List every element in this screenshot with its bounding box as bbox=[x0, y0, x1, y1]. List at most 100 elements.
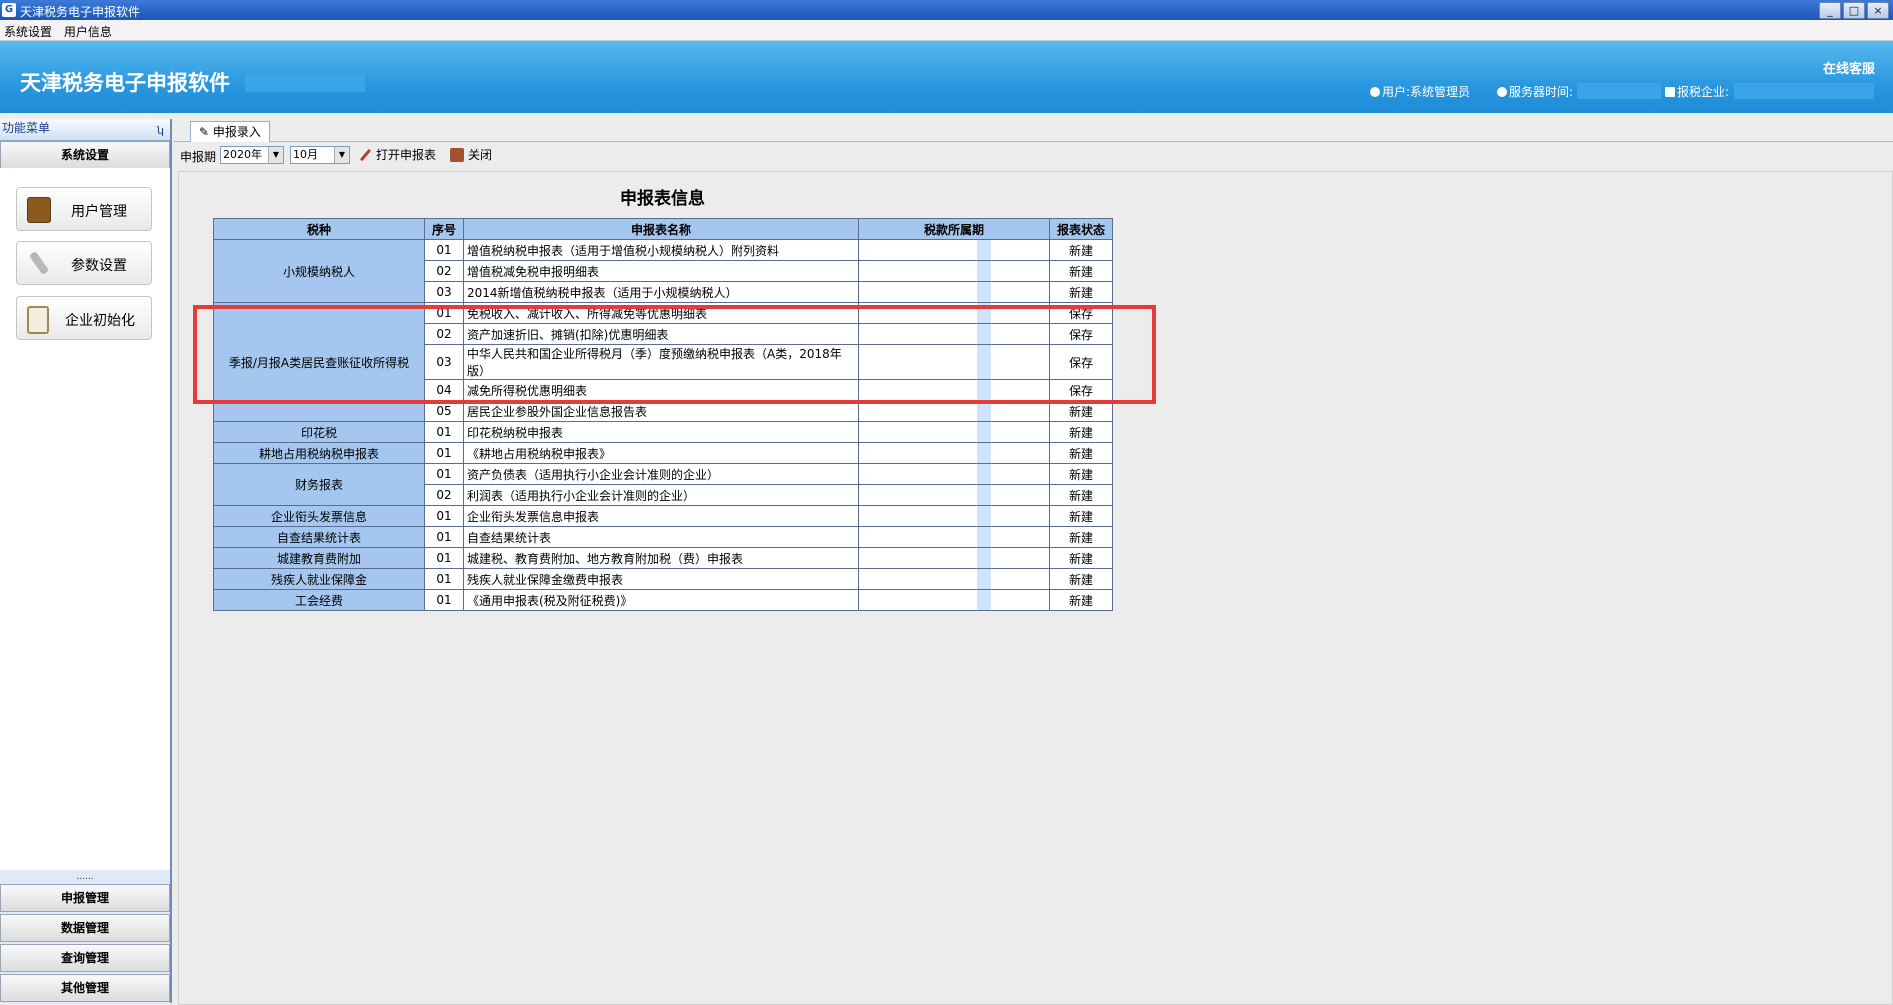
online-service-link[interactable]: 在线客服 bbox=[1823, 58, 1875, 77]
status-cell[interactable]: 新建 bbox=[1049, 547, 1113, 569]
tax-period-cell[interactable] bbox=[858, 239, 1050, 261]
tax-period-cell[interactable] bbox=[858, 463, 1050, 485]
table-row[interactable]: 自查结果统计表 01 自查结果统计表 新建 bbox=[213, 526, 1113, 548]
open-form-button[interactable]: 打开申报表 bbox=[358, 146, 436, 164]
seq-cell[interactable]: 01 bbox=[424, 421, 464, 443]
user-management-button[interactable]: 用户管理 bbox=[16, 187, 152, 231]
window-controls: _ □ × bbox=[1819, 2, 1889, 19]
seq-cell[interactable]: 01 bbox=[424, 239, 464, 261]
form-name-cell[interactable]: 资产负债表（适用执行小企业会计准则的企业） bbox=[463, 463, 859, 485]
status-cell[interactable]: 新建 bbox=[1049, 484, 1113, 506]
minimize-button[interactable]: _ bbox=[1819, 2, 1841, 19]
redacted-period bbox=[977, 548, 991, 568]
tax-period-cell[interactable] bbox=[858, 526, 1050, 548]
col-tax-period: 税款所属期 bbox=[858, 218, 1050, 240]
table-row[interactable]: 耕地占用税纳税申报表 01 《耕地占用税纳税申报表》 新建 bbox=[213, 442, 1113, 464]
tax-period-cell[interactable] bbox=[858, 547, 1050, 569]
status-cell[interactable]: 新建 bbox=[1049, 281, 1113, 303]
redacted-area bbox=[245, 74, 365, 92]
seq-cell[interactable]: 01 bbox=[424, 589, 464, 611]
pin-icon[interactable]: ʮ bbox=[157, 122, 164, 140]
seq-cell[interactable]: 01 bbox=[424, 526, 464, 548]
table-row[interactable]: 工会经费 01 《通用申报表(税及附征税费)》 新建 bbox=[213, 589, 1113, 611]
sidebar-group-declaration[interactable]: 申报管理 bbox=[0, 884, 170, 912]
status-cell[interactable]: 新建 bbox=[1049, 589, 1113, 611]
col-status: 报表状态 bbox=[1049, 218, 1113, 240]
tax-period-cell[interactable] bbox=[858, 281, 1050, 303]
form-name-cell[interactable]: 利润表（适用执行小企业会计准则的企业） bbox=[463, 484, 859, 506]
tax-period-cell[interactable] bbox=[858, 484, 1050, 506]
tax-type-cell: 财务报表 bbox=[213, 463, 425, 506]
parameter-settings-button[interactable]: 参数设置 bbox=[16, 241, 152, 285]
sidebar-header: 功能菜单 ʮ bbox=[0, 119, 170, 141]
status-cell[interactable]: 新建 bbox=[1049, 526, 1113, 548]
status-cell[interactable]: 新建 bbox=[1049, 260, 1113, 282]
menu-user-info[interactable]: 用户信息 bbox=[60, 20, 116, 40]
status-cell[interactable]: 新建 bbox=[1049, 463, 1113, 485]
form-name-cell[interactable]: 企业衔头发票信息申报表 bbox=[463, 505, 859, 527]
form-name-cell[interactable]: 2014新增值税纳税申报表（适用于小规模纳税人） bbox=[463, 281, 859, 303]
table-row[interactable]: 小规模纳税人 01 增值税纳税申报表（适用于增值税小规模纳税人）附列资料 新建 bbox=[213, 239, 1113, 303]
table-row[interactable]: 印花税 01 印花税纳税申报表 新建 bbox=[213, 421, 1113, 443]
form-name-cell[interactable]: 《通用申报表(税及附征税费)》 bbox=[463, 589, 859, 611]
table-row[interactable]: 残疾人就业保障金 01 残疾人就业保障金缴费申报表 新建 bbox=[213, 568, 1113, 590]
window-title: 天津税务电子申报软件 bbox=[20, 5, 141, 19]
form-name-cell[interactable]: 自查结果统计表 bbox=[463, 526, 859, 548]
status-cell[interactable]: 新建 bbox=[1049, 421, 1113, 443]
form-name-cell[interactable]: 《耕地占用税纳税申报表》 bbox=[463, 442, 859, 464]
table-row[interactable]: 财务报表 01 资产负债表（适用执行小企业会计准则的企业） 新建 bbox=[213, 463, 1113, 506]
table-row[interactable]: 城建教育费附加 01 城建税、教育费附加、地方教育附加税（费）申报表 新建 bbox=[213, 547, 1113, 569]
sidebar-splitter[interactable]: ...... bbox=[0, 873, 170, 882]
seq-cell[interactable]: 01 bbox=[424, 568, 464, 590]
tax-period-cell[interactable] bbox=[858, 589, 1050, 611]
status-cell[interactable]: 新建 bbox=[1049, 239, 1113, 261]
enterprise-init-button[interactable]: 企业初始化 bbox=[16, 296, 152, 340]
sidebar-group-data[interactable]: 数据管理 bbox=[0, 914, 170, 942]
sidebar-group-other[interactable]: 其他管理 bbox=[0, 974, 170, 1002]
form-name-cell[interactable]: 印花税纳税申报表 bbox=[463, 421, 859, 443]
tax-period-cell[interactable] bbox=[858, 568, 1050, 590]
edit-pen-icon: ✎ bbox=[199, 125, 210, 139]
seq-cell[interactable]: 02 bbox=[424, 484, 464, 506]
form-name-cell[interactable]: 增值税纳税申报表（适用于增值税小规模纳税人）附列资料 bbox=[463, 239, 859, 261]
close-window-button[interactable]: × bbox=[1867, 2, 1889, 19]
tax-period-cell[interactable] bbox=[858, 421, 1050, 443]
tax-type-cell: 工会经费 bbox=[213, 589, 425, 611]
seq-cell[interactable]: 01 bbox=[424, 463, 464, 485]
redacted-period bbox=[977, 422, 991, 442]
seq-cell[interactable]: 03 bbox=[424, 281, 464, 303]
col-form-name: 申报表名称 bbox=[463, 218, 859, 240]
close-button[interactable]: 关闭 bbox=[450, 146, 492, 164]
tax-period-cell[interactable] bbox=[858, 442, 1050, 464]
seq-cell[interactable]: 02 bbox=[424, 260, 464, 282]
tab-declaration-entry[interactable]: ✎ 申报录入 bbox=[190, 121, 270, 142]
highlight-box bbox=[193, 305, 1156, 404]
table-row[interactable]: 企业衔头发票信息 01 企业衔头发票信息申报表 新建 bbox=[213, 505, 1113, 527]
sidebar-group-system-settings[interactable]: 系统设置 bbox=[0, 141, 170, 169]
redacted-period bbox=[977, 282, 991, 302]
status-cell[interactable]: 新建 bbox=[1049, 442, 1113, 464]
menu-system-settings[interactable]: 系统设置 bbox=[0, 20, 56, 40]
seq-cell[interactable]: 01 bbox=[424, 442, 464, 464]
function-sidebar: 功能菜单 ʮ 系统设置 用户管理 参数设置 企业初始化 ...... 申报管理 … bbox=[0, 119, 172, 1003]
clock-icon bbox=[1497, 87, 1507, 97]
maximize-button[interactable]: □ bbox=[1843, 2, 1865, 19]
form-name-cell[interactable]: 城建税、教育费附加、地方教育附加税（费）申报表 bbox=[463, 547, 859, 569]
month-select[interactable]: 10月 ▼ bbox=[290, 146, 350, 164]
sheet-title: 申报表信息 bbox=[620, 189, 705, 209]
tax-period-cell[interactable] bbox=[858, 505, 1050, 527]
redacted-period bbox=[977, 485, 991, 505]
status-cell[interactable]: 新建 bbox=[1049, 568, 1113, 590]
form-name-cell[interactable]: 残疾人就业保障金缴费申报表 bbox=[463, 568, 859, 590]
col-tax-type: 税种 bbox=[213, 218, 425, 240]
tax-period-cell[interactable] bbox=[858, 260, 1050, 282]
year-select[interactable]: 2020年 ▼ bbox=[220, 146, 284, 164]
seq-cell[interactable]: 01 bbox=[424, 547, 464, 569]
form-name-cell[interactable]: 增值税减免税申报明细表 bbox=[463, 260, 859, 282]
toolbar: 申报期 2020年 ▼ 10月 ▼ 打开申报表 关闭 bbox=[174, 142, 1893, 166]
user-icon bbox=[1370, 87, 1380, 97]
sidebar-group-query[interactable]: 查询管理 bbox=[0, 944, 170, 972]
chevron-down-icon: ▼ bbox=[268, 147, 283, 163]
seq-cell[interactable]: 01 bbox=[424, 505, 464, 527]
status-cell[interactable]: 新建 bbox=[1049, 505, 1113, 527]
